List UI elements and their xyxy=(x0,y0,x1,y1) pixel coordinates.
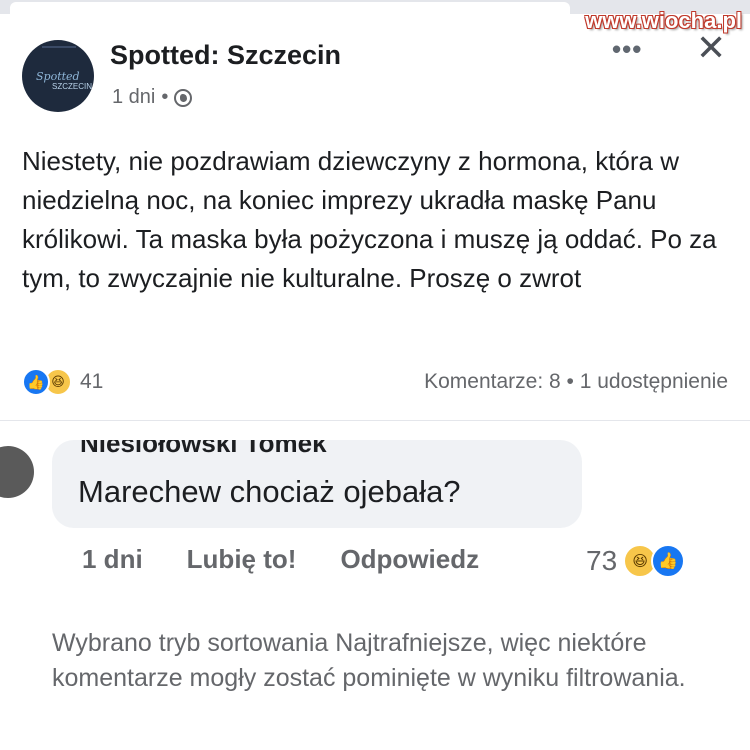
comment-text: Marechew chociaż ojebała? xyxy=(78,474,461,509)
divider xyxy=(0,420,750,421)
commenter-name[interactable]: Niesiołowski Tomek xyxy=(80,440,327,459)
comment-reply-button[interactable]: Odpowiedz xyxy=(340,544,479,575)
comment-bubble: Niesiołowski Tomek Marechew chociaż ojeb… xyxy=(52,440,582,528)
comment-reactions[interactable]: 73 😆 👍 xyxy=(586,544,686,578)
post-text: Niestety, nie pozdrawiam dziewczyny z ho… xyxy=(22,146,717,293)
comment-like-button[interactable]: Lubię to! xyxy=(187,544,297,575)
commenter-avatar[interactable] xyxy=(0,446,34,498)
page-avatar[interactable]: Spotted SZCZECIN xyxy=(22,40,94,112)
avatar-tagline xyxy=(42,46,76,48)
like-reaction-icon: 👍 xyxy=(22,368,50,396)
comment-time[interactable]: 1 dni xyxy=(82,544,143,575)
like-reaction-icon: 👍 xyxy=(651,544,686,578)
comments-shares-count[interactable]: Komentarze: 8 • 1 udostępnienie xyxy=(424,370,728,394)
more-horizontal-icon[interactable]: ••• xyxy=(612,34,642,65)
post-reactions[interactable]: 👍 😆 41 xyxy=(22,368,103,396)
meta-separator: • xyxy=(161,86,169,108)
avatar-logo-subtext: SZCZECIN xyxy=(52,82,92,91)
post-time[interactable]: 1 dni xyxy=(112,86,155,109)
page-name[interactable]: Spotted: Szczecin xyxy=(110,40,341,71)
post-meta: 1 dni • xyxy=(112,86,193,109)
comment-actions: 1 dni Lubię to! Odpowiedz xyxy=(82,544,479,575)
globe-icon xyxy=(174,88,193,107)
top-bar-tab xyxy=(10,2,570,14)
comment-reaction-count: 73 xyxy=(586,545,618,576)
close-icon[interactable]: ✕ xyxy=(696,30,726,66)
reaction-count: 41 xyxy=(80,370,104,393)
filter-note: Wybrano tryb sortowania Najtrafniejsze, … xyxy=(52,629,686,692)
